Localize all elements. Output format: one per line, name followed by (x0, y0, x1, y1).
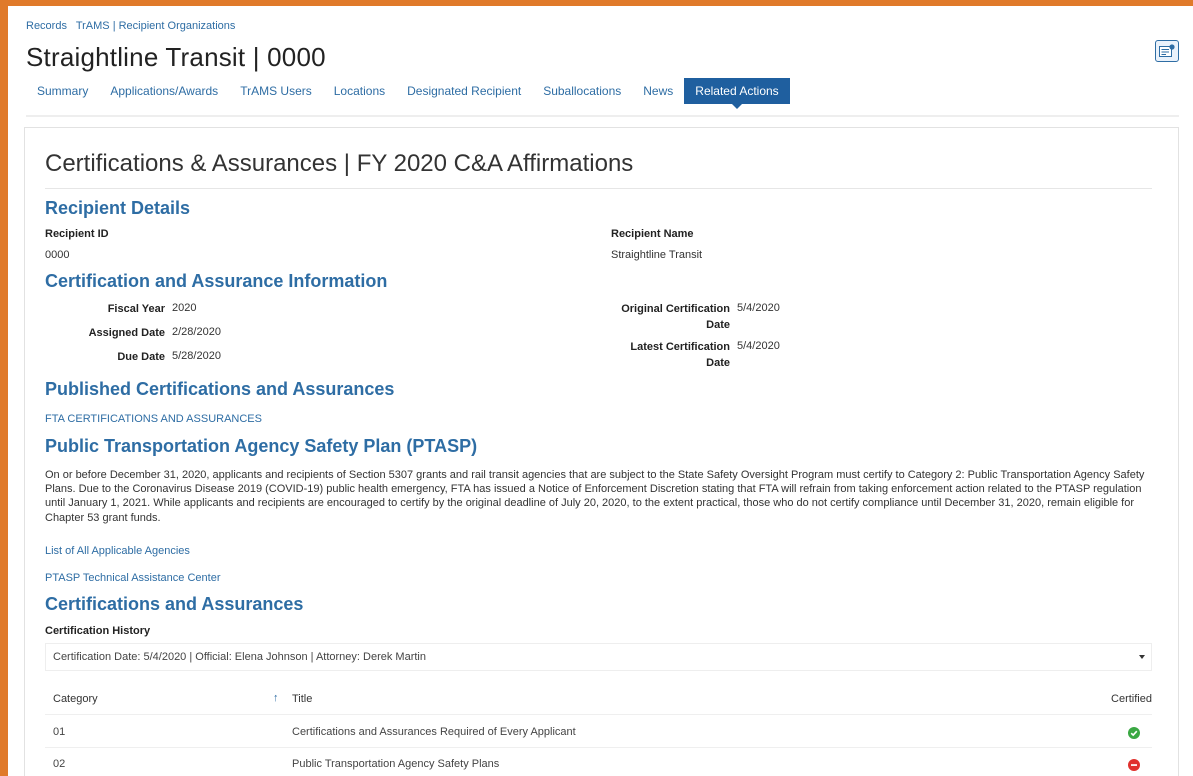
fiscal-year-value: 2020 (172, 302, 197, 314)
row-title: Public Transportation Agency Safety Plan… (292, 758, 500, 770)
recipient-details-heading: Recipient Details (45, 198, 191, 218)
ptasp-paragraph: On or before December 31, 2020, applican… (45, 469, 1145, 524)
row-title: Certifications and Assurances Required o… (292, 726, 576, 738)
row-category: 02 (53, 758, 66, 770)
assigned-date-label: Assigned Date (88, 327, 165, 339)
chevron-down-icon (1139, 655, 1145, 659)
assigned-date-value: 2/28/2020 (172, 326, 221, 338)
original-cert-label: Original Certification Date (621, 303, 730, 331)
tab-news[interactable]: News (632, 78, 684, 104)
column-header-certified[interactable]: Certified (1111, 693, 1152, 705)
due-date-value: 5/28/2020 (172, 350, 221, 362)
tab-related-actions[interactable]: Related Actions (684, 78, 790, 109)
applicable-agencies-link[interactable]: List of All Applicable Agencies (45, 545, 190, 557)
cert-assurances-heading: Certifications and Assurances (45, 594, 304, 614)
tab-locations[interactable]: Locations (323, 78, 396, 104)
row-category: 01 (53, 726, 66, 738)
original-cert-value: 5/4/2020 (737, 302, 780, 314)
page-title: Straightline Transit | 0000 (26, 42, 326, 72)
section-title: Certifications & Assurances | FY 2020 C&… (45, 150, 634, 177)
tab-designated-recipient[interactable]: Designated Recipient (396, 78, 532, 104)
row-divider (45, 747, 1152, 748)
latest-cert-label: Latest Certification Date (630, 341, 730, 369)
tab-trams-users[interactable]: TrAMS Users (229, 78, 323, 104)
recipient-name-value: Straightline Transit (611, 249, 703, 261)
app-frame: Records TrAMS | Recipient Organizations … (8, 6, 1193, 776)
column-header-category[interactable]: Category (53, 693, 98, 705)
ptasp-tac-link[interactable]: PTASP Technical Assistance Center (45, 572, 220, 584)
column-header-title[interactable]: Title (292, 693, 312, 705)
title-divider (45, 188, 1152, 189)
due-date-label: Due Date (117, 351, 165, 363)
published-heading: Published Certifications and Assurances (45, 379, 395, 399)
latest-cert-value: 5/4/2020 (737, 340, 780, 352)
breadcrumb-recipient-orgs[interactable]: TrAMS | Recipient Organizations (76, 20, 236, 32)
fta-certifications-link[interactable]: FTA CERTIFICATIONS AND ASSURANCES (45, 413, 262, 425)
recipient-name-label: Recipient Name (611, 228, 694, 240)
certification-history-label: Certification History (45, 625, 151, 637)
breadcrumb-records[interactable]: Records (26, 20, 67, 32)
tab-suballocations[interactable]: Suballocations (532, 78, 632, 104)
certification-history-select[interactable]: Certification Date: 5/4/2020 | Official:… (45, 643, 1152, 671)
cert-info-heading: Certification and Assurance Information (45, 271, 388, 291)
minus-circle-icon (1128, 759, 1140, 771)
ptasp-heading: Public Transportation Agency Safety Plan… (45, 436, 478, 456)
tab-bar: Summary Applications/Awards TrAMS Users … (26, 78, 790, 109)
check-circle-icon (1128, 727, 1140, 739)
report-button[interactable] (1155, 40, 1179, 62)
recipient-id-label: Recipient ID (45, 228, 109, 240)
recipient-id-value: 0000 (45, 249, 70, 261)
breadcrumb: Records TrAMS | Recipient Organizations (26, 20, 241, 32)
table-header-divider (45, 714, 1152, 715)
content-panel: Certifications & Assurances | FY 2020 C&… (24, 127, 1179, 776)
tabs-divider (26, 115, 1179, 117)
certification-history-value: Certification Date: 5/4/2020 | Official:… (53, 651, 426, 663)
tab-applications-awards[interactable]: Applications/Awards (99, 78, 229, 104)
fiscal-year-label: Fiscal Year (107, 303, 165, 315)
sort-ascending-icon[interactable]: ↑ (273, 692, 279, 704)
report-icon (1159, 44, 1175, 57)
tab-summary[interactable]: Summary (26, 78, 99, 104)
